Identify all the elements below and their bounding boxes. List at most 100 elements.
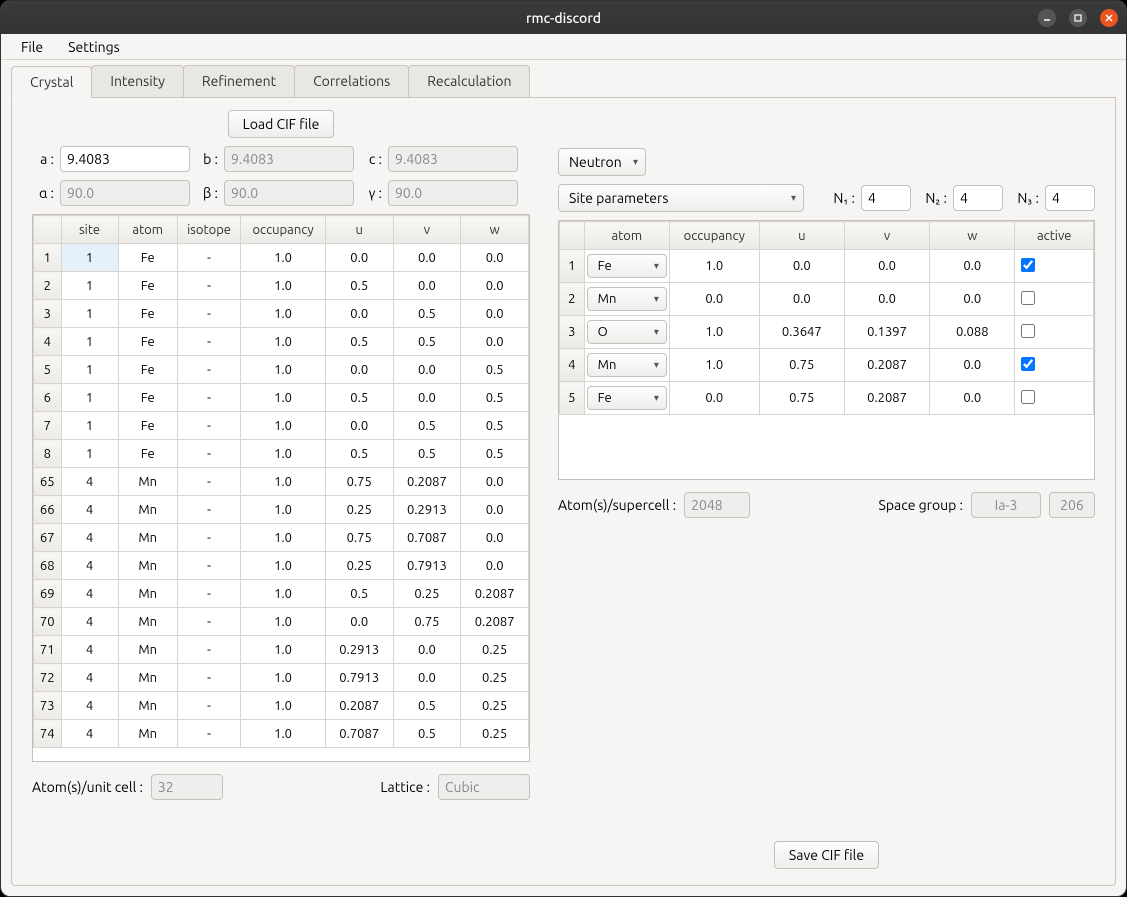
maximize-button[interactable] [1069, 9, 1087, 27]
active-checkbox[interactable] [1021, 291, 1035, 305]
atoms-table-container: siteatomisotopeoccupancyuvw 11Fe-1.00.00… [32, 214, 530, 762]
menubar: File Settings [1, 34, 1126, 60]
table-row[interactable]: 2Mn0.00.00.00.0 [560, 283, 1094, 316]
table-row[interactable]: 654Mn-1.00.750.20870.0 [34, 468, 529, 496]
table-row[interactable]: 674Mn-1.00.750.70870.0 [34, 524, 529, 552]
tab-intensity[interactable]: Intensity [91, 65, 184, 97]
window-title: rmc-discord [526, 10, 601, 26]
alpha-label: α : [32, 185, 54, 201]
table-row[interactable]: 4Mn1.00.750.20870.0 [560, 349, 1094, 382]
c-label: c : [360, 151, 382, 167]
table-row[interactable]: 724Mn-1.00.79130.00.25 [34, 664, 529, 692]
table-row[interactable]: 41Fe-1.00.50.50.0 [34, 328, 529, 356]
atoms-table-scroll[interactable]: siteatomisotopeoccupancyuvw 11Fe-1.00.00… [33, 215, 529, 761]
load-cif-button[interactable]: Load CIF file [228, 110, 335, 138]
gamma-input [388, 180, 518, 206]
b-label: b : [196, 151, 218, 167]
param-mode-select[interactable]: Site parameters [558, 184, 804, 212]
n3-input[interactable] [1045, 185, 1095, 211]
table-row[interactable]: 704Mn-1.00.00.750.2087 [34, 608, 529, 636]
radiation-select[interactable]: Neutron [558, 148, 646, 176]
sites-col-w: w [930, 222, 1015, 250]
table-row[interactable]: 51Fe-1.00.00.00.5 [34, 356, 529, 384]
sg-name [971, 492, 1041, 518]
minimize-button[interactable] [1038, 9, 1056, 27]
gamma-label: γ : [360, 185, 382, 201]
sg-label: Space group : [879, 497, 964, 513]
tab-correlations[interactable]: Correlations [294, 65, 409, 97]
atoms-super-value [684, 492, 750, 518]
atoms-table: siteatomisotopeoccupancyuvw 11Fe-1.00.00… [33, 215, 529, 748]
active-checkbox[interactable] [1021, 258, 1035, 272]
tab-refinement[interactable]: Refinement [183, 65, 295, 97]
table-row[interactable]: 1Fe1.00.00.00.0 [560, 250, 1094, 283]
close-button[interactable] [1100, 9, 1118, 27]
n2-label: N₂ : [917, 190, 947, 206]
atoms-col-v: v [393, 216, 461, 244]
tab-bar: Crystal Intensity Refinement Correlation… [11, 65, 1116, 98]
window-controls [1038, 9, 1118, 27]
titlebar: rmc-discord [1, 1, 1126, 34]
active-checkbox[interactable] [1021, 357, 1035, 371]
table-row[interactable]: 664Mn-1.00.250.29130.0 [34, 496, 529, 524]
save-cif-button[interactable]: Save CIF file [774, 841, 879, 869]
sites-col-v: v [844, 222, 929, 250]
atoms-unit-label: Atom(s)/unit cell : [32, 779, 143, 795]
n1-input[interactable] [861, 185, 911, 211]
app-window: rmc-discord File Settings Crystal Intens… [0, 0, 1127, 897]
a-input[interactable] [60, 146, 190, 172]
table-row[interactable]: 21Fe-1.00.50.00.0 [34, 272, 529, 300]
atoms-col-isotope: isotope [177, 216, 240, 244]
n1-label: N₁ : [825, 190, 855, 206]
atom-select[interactable]: Fe [587, 386, 667, 410]
crystal-panel: Load CIF file a : b : c : α : β : [11, 98, 1116, 886]
table-row[interactable]: 3O1.00.36470.13970.088 [560, 316, 1094, 349]
atom-select[interactable]: O [587, 320, 667, 344]
beta-input [224, 180, 354, 206]
table-row[interactable]: 5Fe0.00.750.20870.0 [560, 382, 1094, 415]
sg-num [1049, 492, 1095, 518]
atoms-col-w: w [461, 216, 529, 244]
table-row[interactable]: 81Fe-1.00.50.50.5 [34, 440, 529, 468]
table-row[interactable]: 11Fe-1.00.00.00.0 [34, 244, 529, 272]
table-row[interactable]: 61Fe-1.00.50.00.5 [34, 384, 529, 412]
atom-select[interactable]: Fe [587, 254, 667, 278]
sites-table: atomoccupancyuvwactive 1Fe1.00.00.00.02M… [559, 221, 1094, 415]
a-label: a : [32, 151, 54, 167]
c-input [388, 146, 518, 172]
table-row[interactable]: 734Mn-1.00.20870.50.25 [34, 692, 529, 720]
tab-crystal[interactable]: Crystal [11, 66, 92, 98]
active-checkbox[interactable] [1021, 390, 1035, 404]
table-row[interactable]: 694Mn-1.00.50.250.2087 [34, 580, 529, 608]
sites-col-active: active [1015, 222, 1094, 250]
table-row[interactable]: 71Fe-1.00.00.50.5 [34, 412, 529, 440]
atom-select[interactable]: Mn [587, 287, 667, 311]
menu-file[interactable]: File [11, 35, 53, 59]
sites-table-container: atomoccupancyuvwactive 1Fe1.00.00.00.02M… [558, 220, 1095, 480]
atoms-col-occupancy: occupancy [241, 216, 326, 244]
table-row[interactable]: 684Mn-1.00.250.79130.0 [34, 552, 529, 580]
atoms-super-label: Atom(s)/supercell : [558, 497, 676, 513]
atoms-unit-value [151, 774, 223, 800]
lattice-value [438, 774, 530, 800]
table-row[interactable]: 31Fe-1.00.00.50.0 [34, 300, 529, 328]
sites-col-occupancy: occupancy [669, 222, 759, 250]
atom-select[interactable]: Mn [587, 353, 667, 377]
atoms-col-row [34, 216, 62, 244]
n2-input[interactable] [953, 185, 1003, 211]
table-row[interactable]: 714Mn-1.00.29130.00.25 [34, 636, 529, 664]
b-input [224, 146, 354, 172]
sites-col-u: u [759, 222, 844, 250]
table-row[interactable]: 744Mn-1.00.70870.50.25 [34, 720, 529, 748]
n3-label: N₃ : [1009, 190, 1039, 206]
sites-col-atom: atom [584, 222, 669, 250]
sites-col-row [560, 222, 585, 250]
alpha-input [60, 180, 190, 206]
active-checkbox[interactable] [1021, 324, 1035, 338]
atoms-col-atom: atom [118, 216, 177, 244]
menu-settings[interactable]: Settings [58, 35, 130, 59]
lattice-label: Lattice : [380, 779, 430, 795]
content: Crystal Intensity Refinement Correlation… [1, 60, 1126, 896]
tab-recalculation[interactable]: Recalculation [408, 65, 530, 97]
atoms-col-u: u [325, 216, 393, 244]
